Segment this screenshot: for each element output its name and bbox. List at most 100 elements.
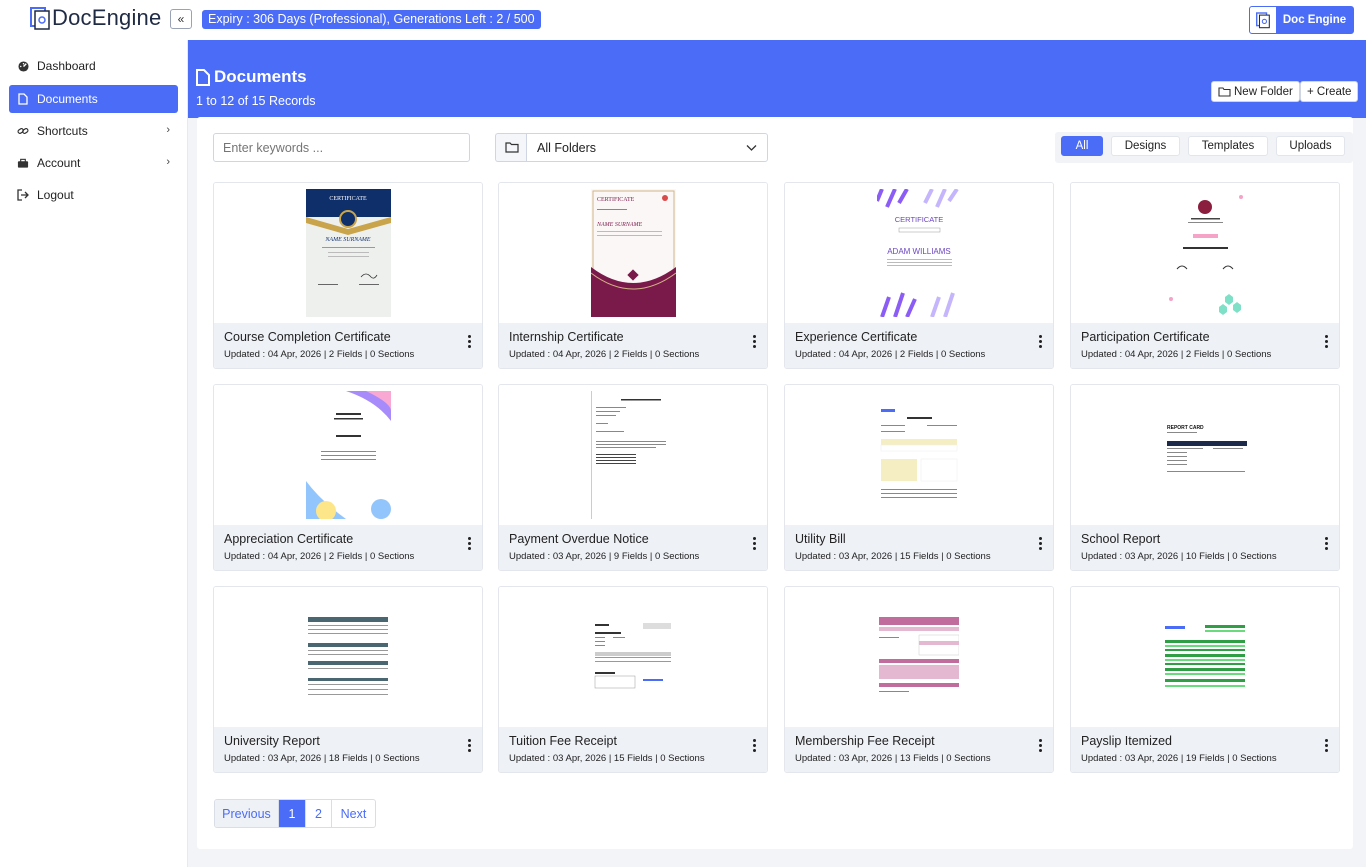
page-title: Documents bbox=[196, 67, 307, 87]
document-thumbnail[interactable] bbox=[499, 385, 767, 525]
filter-uploads[interactable]: Uploads bbox=[1276, 136, 1345, 156]
document-title[interactable]: Experience Certificate bbox=[795, 330, 917, 344]
folder-picker-button[interactable] bbox=[495, 133, 527, 162]
create-button[interactable]: + Create bbox=[1300, 81, 1359, 102]
new-folder-label: New Folder bbox=[1234, 85, 1293, 98]
document-title[interactable]: Course Completion Certificate bbox=[224, 330, 391, 344]
sidebar-item-account[interactable]: Account › bbox=[9, 149, 178, 177]
document-meta: Updated : 04 Apr, 2026 | 2 Fields | 0 Se… bbox=[795, 349, 986, 360]
document-thumbnail[interactable] bbox=[785, 385, 1053, 525]
document-meta: Updated : 03 Apr, 2026 | 18 Fields | 0 S… bbox=[224, 753, 420, 764]
certificate-preview bbox=[1162, 189, 1248, 317]
records-count: 1 to 12 of 15 Records bbox=[196, 94, 316, 108]
sidebar-item-logout[interactable]: Logout bbox=[9, 181, 178, 209]
document-thumbnail[interactable]: CERTIFICATE ADAM WILLIAMS bbox=[785, 183, 1053, 323]
kebab-menu-icon[interactable] bbox=[1325, 739, 1329, 752]
filter-all[interactable]: All bbox=[1061, 136, 1103, 156]
bill-preview bbox=[876, 405, 962, 505]
sidebar-item-documents[interactable]: Documents bbox=[9, 85, 178, 113]
document-card[interactable]: CERTIFICATE NAME SURNAME Course Completi… bbox=[213, 182, 483, 369]
document-card[interactable]: CERTIFICATE ADAM WILLIAMS Experience Cer… bbox=[784, 182, 1054, 369]
kebab-menu-icon[interactable] bbox=[1325, 537, 1329, 550]
kebab-menu-icon[interactable] bbox=[753, 335, 757, 348]
user-menu-button[interactable]: Doc Engine bbox=[1249, 6, 1354, 34]
document-card[interactable]: Membership Fee Receipt Updated : 03 Apr,… bbox=[784, 586, 1054, 773]
document-card[interactable]: Payslip Itemized Updated : 03 Apr, 2026 … bbox=[1070, 586, 1340, 773]
collapse-sidebar-button[interactable]: « bbox=[170, 9, 192, 29]
document-card[interactable]: Participation Certificate Updated : 04 A… bbox=[1070, 182, 1340, 369]
document-card[interactable]: Appreciation Certificate Updated : 04 Ap… bbox=[213, 384, 483, 571]
sidebar-item-shortcuts[interactable]: Shortcuts › bbox=[9, 117, 178, 145]
expiry-badge: Expiry : 306 Days (Professional), Genera… bbox=[202, 10, 541, 29]
document-title[interactable]: Tuition Fee Receipt bbox=[509, 734, 617, 748]
document-title[interactable]: Appreciation Certificate bbox=[224, 532, 353, 546]
next-page-button[interactable]: Next bbox=[332, 800, 375, 827]
document-title[interactable]: Membership Fee Receipt bbox=[795, 734, 935, 748]
kebab-menu-icon[interactable] bbox=[1039, 739, 1043, 752]
card-footer: School Report Updated : 03 Apr, 2026 | 1… bbox=[1071, 525, 1339, 570]
folder-select-value: All Folders bbox=[537, 140, 597, 155]
card-footer: Participation Certificate Updated : 04 A… bbox=[1071, 323, 1339, 368]
sidebar-item-dashboard[interactable]: Dashboard bbox=[9, 52, 178, 80]
document-thumbnail[interactable]: CERTIFICATE NAME SURNAME bbox=[214, 183, 482, 323]
chevron-right-icon: › bbox=[166, 156, 170, 168]
document-card[interactable]: Payment Overdue Notice Updated : 03 Apr,… bbox=[498, 384, 768, 571]
avatar bbox=[1250, 7, 1276, 33]
account-icon bbox=[17, 157, 29, 169]
document-thumbnail[interactable]: REPORT CARD bbox=[1071, 385, 1339, 525]
document-meta: Updated : 03 Apr, 2026 | 19 Fields | 0 S… bbox=[1081, 753, 1277, 764]
document-card[interactable]: University Report Updated : 03 Apr, 2026… bbox=[213, 586, 483, 773]
document-thumbnail[interactable] bbox=[1071, 183, 1339, 323]
previous-page-button[interactable]: Previous bbox=[215, 800, 279, 827]
kebab-menu-icon[interactable] bbox=[468, 739, 472, 752]
document-thumbnail[interactable] bbox=[214, 587, 482, 727]
report-preview bbox=[308, 617, 388, 697]
svg-text:REPORT CARD: REPORT CARD bbox=[1167, 425, 1204, 431]
document-title[interactable]: University Report bbox=[224, 734, 320, 748]
document-meta: Updated : 04 Apr, 2026 | 2 Fields | 0 Se… bbox=[509, 349, 700, 360]
app-name: DocEngine bbox=[52, 5, 162, 30]
kebab-menu-icon[interactable] bbox=[468, 335, 472, 348]
document-thumbnail[interactable]: CERTIFICATE NAME SURNAME bbox=[499, 183, 767, 323]
new-folder-button[interactable]: New Folder bbox=[1211, 81, 1300, 102]
svg-text:CERTIFICATE: CERTIFICATE bbox=[597, 197, 635, 203]
document-card[interactable]: REPORT CARD School Report Updated : 03 A… bbox=[1070, 384, 1340, 571]
search-input[interactable] bbox=[213, 133, 470, 162]
document-card[interactable]: Tuition Fee Receipt Updated : 03 Apr, 20… bbox=[498, 586, 768, 773]
kebab-menu-icon[interactable] bbox=[1325, 335, 1329, 348]
document-title[interactable]: Payment Overdue Notice bbox=[509, 532, 649, 546]
kebab-menu-icon[interactable] bbox=[1039, 335, 1043, 348]
card-footer: Membership Fee Receipt Updated : 03 Apr,… bbox=[785, 727, 1053, 772]
document-title[interactable]: Payslip Itemized bbox=[1081, 734, 1172, 748]
document-meta: Updated : 03 Apr, 2026 | 15 Fields | 0 S… bbox=[795, 551, 991, 562]
app-logo[interactable]: DocEngine bbox=[30, 5, 161, 31]
link-icon bbox=[17, 125, 29, 137]
document-title[interactable]: Internship Certificate bbox=[509, 330, 624, 344]
filter-templates[interactable]: Templates bbox=[1188, 136, 1268, 156]
page-button-2[interactable]: 2 bbox=[306, 800, 332, 827]
document-thumbnail[interactable] bbox=[785, 587, 1053, 727]
kebab-menu-icon[interactable] bbox=[753, 739, 757, 752]
sidebar: Dashboard Documents Shortcuts › Account … bbox=[0, 40, 188, 867]
create-label: + Create bbox=[1307, 85, 1352, 98]
kebab-menu-icon[interactable] bbox=[1039, 537, 1043, 550]
document-card[interactable]: Utility Bill Updated : 03 Apr, 2026 | 15… bbox=[784, 384, 1054, 571]
kebab-menu-icon[interactable] bbox=[753, 537, 757, 550]
page-button-1[interactable]: 1 bbox=[279, 800, 306, 827]
document-title[interactable]: School Report bbox=[1081, 532, 1160, 546]
dashboard-icon bbox=[17, 60, 29, 72]
folder-select[interactable]: All Folders bbox=[526, 133, 768, 162]
filter-designs[interactable]: Designs bbox=[1111, 136, 1180, 156]
certificate-preview bbox=[305, 391, 391, 519]
card-footer: Payment Overdue Notice Updated : 03 Apr,… bbox=[499, 525, 767, 570]
document-thumbnail[interactable] bbox=[214, 385, 482, 525]
kebab-menu-icon[interactable] bbox=[468, 537, 472, 550]
sidebar-item-label: Documents bbox=[37, 92, 98, 106]
document-card[interactable]: CERTIFICATE NAME SURNAME Internship Cert… bbox=[498, 182, 768, 369]
document-title[interactable]: Utility Bill bbox=[795, 532, 846, 546]
document-thumbnail[interactable] bbox=[1071, 587, 1339, 727]
document-thumbnail[interactable] bbox=[499, 587, 767, 727]
svg-text:NAME SURNAME: NAME SURNAME bbox=[596, 222, 642, 228]
document-title[interactable]: Participation Certificate bbox=[1081, 330, 1210, 344]
top-bar: DocEngine « Expiry : 306 Days (Professio… bbox=[0, 0, 1366, 40]
